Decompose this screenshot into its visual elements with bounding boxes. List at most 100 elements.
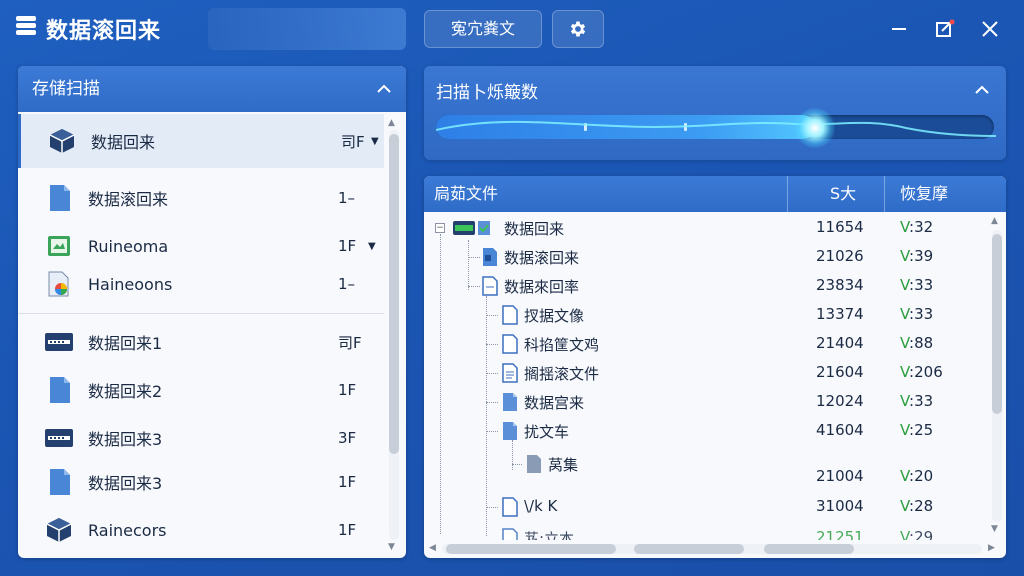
document-icon [502,528,518,540]
row-size: 21604 [816,363,864,381]
scroll-down-arrow-icon[interactable]: ▼ [388,542,395,552]
file-vertical-scrollbar[interactable]: ▲ ▼ [988,212,1006,542]
settings-button[interactable] [552,10,604,48]
scroll-down-arrow-icon[interactable]: ▼ [991,524,998,534]
rate-value: :32 [909,218,934,236]
restore-button[interactable] [932,16,958,42]
document-icon [44,375,74,405]
row-label: 数据回来 [504,220,565,238]
list-item-value: 1F [338,473,357,491]
rate-value: :20 [909,467,934,485]
scroll-up-arrow-icon[interactable]: ▲ [991,216,998,226]
left-scrollbar[interactable]: ▲ ▼ [384,114,404,558]
document-icon [44,467,74,497]
table-row[interactable]: 数据宫来 12024 V:33 [424,387,988,416]
row-size: 13374 [816,305,864,323]
rate-value: :33 [909,276,934,294]
scroll-up-arrow-icon[interactable]: ▲ [388,118,395,128]
list-item[interactable]: 数据滚回来 1– [18,172,384,224]
cube-icon [47,126,77,156]
drive-icon [44,327,74,357]
table-row[interactable]: 数据滚回来 21026 V:39 [424,242,988,271]
row-label: \/k K [524,497,558,515]
rate-prefix: V [900,218,910,236]
list-item[interactable]: 数据回来2 1F [18,364,384,416]
list-item[interactable]: 数据回来3 1F [18,456,384,508]
gear-icon [570,21,586,37]
scroll-thumb[interactable] [389,134,399,454]
row-label: 科掐筐文鸡 [524,336,600,354]
column-separator[interactable] [787,176,788,212]
list-item-value: 司F [338,333,362,352]
chevron-up-icon[interactable] [974,82,990,98]
scroll-left-arrow-icon[interactable]: ◀ [429,543,436,553]
column-header-file[interactable]: 扃茹文件 [434,176,498,212]
row-rate: V:88 [900,334,933,352]
table-row[interactable]: 数据回来 11654 V:32 [424,213,988,242]
table-row[interactable]: 21004 V:20 [424,462,988,491]
drive-green-icon [453,221,490,235]
minimize-button[interactable] [886,16,912,42]
list-item[interactable]: 数据回来1 司F [18,316,384,368]
title-search-field[interactable] [208,8,406,50]
list-item-label: 数据回来2 [88,382,163,401]
column-header-rate[interactable]: 恢复摩 [900,176,948,212]
title-bar: 数据滚回来 寃宂粪文 [0,0,1024,60]
list-item[interactable]: Haineoons 1– [18,262,384,306]
action-button[interactable]: 寃宂粪文 [424,10,542,48]
storage-list: 数据回来 司F ▼ 数据滚回来 1– Ruineoma 1F ▼ Haineoo… [18,112,384,558]
table-row[interactable]: 数据來回率 23834 V:33 [424,271,988,300]
list-item-value: 1– [338,189,356,207]
close-button[interactable] [977,16,1003,42]
table-row[interactable]: 扠据文像 13374 V:33 [424,300,988,329]
row-label: 扠据文像 [524,307,585,325]
rate-value: :25 [909,421,934,439]
file-tree-panel: 扃茹文件 S大 恢复摩 − 数据回来 11654 V:32 数据滚回来 2102… [424,176,1006,558]
row-rate: V:33 [900,276,933,294]
scroll-thumb[interactable] [446,544,616,554]
table-row[interactable]: 搁揺滚文件 21604 V:206 [424,358,988,387]
list-divider [18,313,384,314]
colorful-file-icon [44,269,74,299]
scroll-thumb[interactable] [992,234,1002,414]
caret-down-icon[interactable]: ▼ [368,241,376,252]
row-label: 数据滚回来 [504,249,580,267]
chevron-up-icon[interactable] [376,81,392,97]
progress-glow-icon [795,108,835,148]
document-icon [44,183,74,213]
table-row[interactable]: \/k K 31004 V:28 [424,492,988,521]
caret-down-icon[interactable]: ▼ [371,136,379,147]
rate-prefix: V [900,334,910,352]
scroll-thumb[interactable] [634,544,744,554]
scroll-thumb[interactable] [764,544,854,554]
document-icon [502,305,518,325]
column-separator[interactable] [884,176,885,212]
list-item-value: 1F [338,381,357,399]
rate-value: :88 [909,334,934,352]
list-item-value: 3F [338,429,357,447]
list-item-label: 数据回来3 [88,474,163,493]
list-item[interactable]: 数据回来 司F ▼ [18,114,384,168]
storage-scan-header[interactable]: 存储扫描 [18,66,406,112]
list-item[interactable]: Rainecors 1F [18,504,384,556]
restore-icon [936,19,955,37]
row-rate: V:28 [900,497,933,515]
table-row[interactable]: 扰文车 41604 V:25 [424,416,988,445]
row-label: 数据宫来 [524,394,585,412]
scroll-right-arrow-icon[interactable]: ▶ [988,543,995,553]
row-label: 扰文车 [524,423,570,441]
storage-scan-panel: 存储扫描 数据回来 司F ▼ 数据滚回来 1– Ruineoma 1F ▼ Ha… [18,66,406,558]
rate-value: :33 [909,305,934,323]
image-icon [44,231,74,261]
row-label: 芨:立本 [524,530,575,540]
list-item-value: 1F [338,521,357,539]
row-size: 41604 [816,421,864,439]
table-row[interactable]: 科掐筐文鸡 21404 V:88 [424,329,988,358]
rate-prefix: V [900,421,910,439]
file-horizontal-scrollbar[interactable]: ◀ ▶ [424,540,1006,558]
row-rate: V:206 [900,363,943,381]
table-row[interactable]: 芨:立本 21251 V:29 [424,523,988,540]
column-header-size[interactable]: S大 [830,176,856,212]
rate-value: :28 [909,497,934,515]
rate-prefix: V [900,467,910,485]
